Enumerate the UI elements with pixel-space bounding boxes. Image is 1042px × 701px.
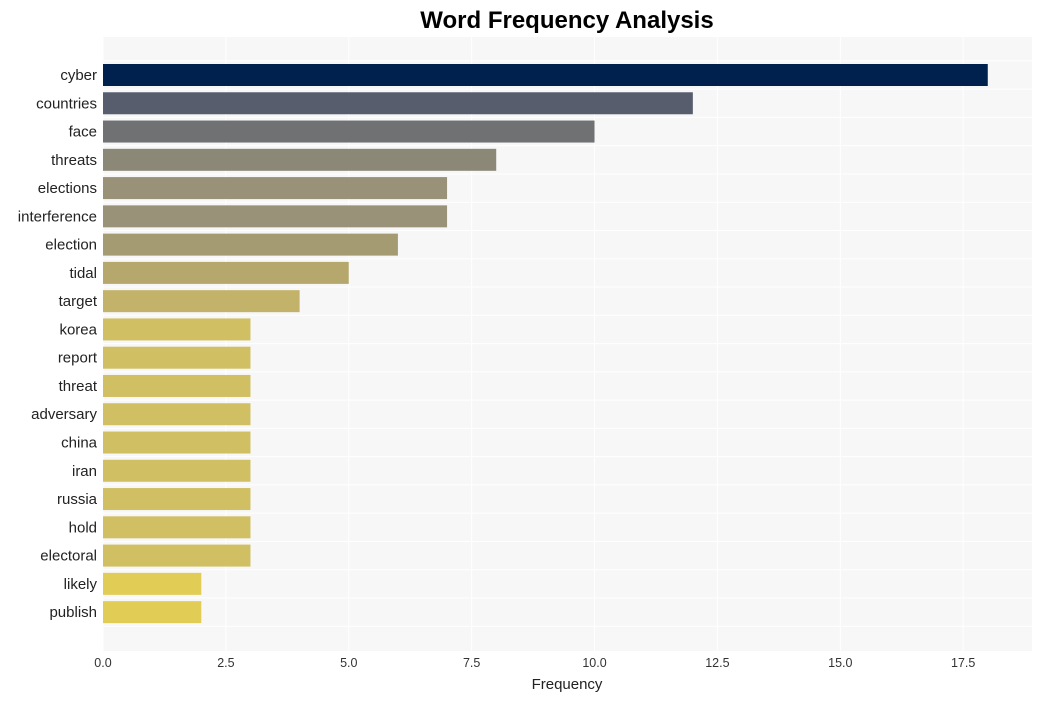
bar-report [103,346,251,369]
bar-elections [103,177,448,200]
y-label-china: china [61,435,98,452]
y-label-face: face [69,124,97,141]
y-label-target: target [59,293,98,310]
bar-countries [103,92,693,115]
y-label-interference: interference [18,208,97,225]
bar-likely [103,572,202,595]
y-label-russia: russia [57,491,98,508]
y-label-likely: likely [64,576,98,593]
y-label-publish: publish [49,604,97,621]
bar-korea [103,318,251,341]
y-label-report: report [58,350,98,367]
bar-tidal [103,261,349,284]
bar-hold [103,516,251,539]
y-label-countries: countries [36,95,97,112]
x-tick-label: 0.0 [94,656,111,670]
bar-electoral [103,544,251,567]
x-tick-label: 12.5 [705,656,729,670]
y-label-threat: threat [59,378,98,395]
y-axis-labels: cyber countries face threats elections interf… [18,67,98,621]
y-label-elections: elections [38,180,97,197]
bar-threat [103,374,251,397]
y-label-korea: korea [59,321,97,338]
x-tick-label: 15.0 [828,656,852,670]
y-label-hold: hold [69,519,97,536]
bar-china [103,431,251,454]
bar-target [103,290,300,313]
y-label-iran: iran [72,463,97,480]
bar-interference [103,205,448,228]
bar-cyber [103,64,988,86]
bar-election [103,233,398,256]
y-label-election: election [45,237,97,254]
y-label-tidal: tidal [69,265,97,282]
x-tick-label: 2.5 [217,656,234,670]
y-label-electoral: electoral [40,548,97,565]
bar-adversary [103,403,251,426]
y-label-threats: threats [51,152,97,169]
x-tick-label: 5.0 [340,656,357,670]
x-tick-label: 7.5 [463,656,480,670]
bar-face [103,120,595,143]
x-tick-label: 10.0 [582,656,606,670]
x-axis-label: Frequency [532,676,603,693]
bar-threats [103,148,497,171]
y-label-adversary: adversary [31,406,97,423]
bar-publish [103,601,202,624]
bar-russia [103,488,251,511]
bar-iran [103,459,251,482]
x-axis-ticks: 0.0 2.5 5.0 7.5 10.0 12.5 15.0 17.5 [94,656,975,670]
chart-title: Word Frequency Analysis [420,7,713,34]
x-tick-label: 17.5 [951,656,975,670]
y-label-cyber: cyber [60,67,97,84]
word-frequency-chart: Word Frequency Analysis cyber countries fa… [18,7,1032,693]
